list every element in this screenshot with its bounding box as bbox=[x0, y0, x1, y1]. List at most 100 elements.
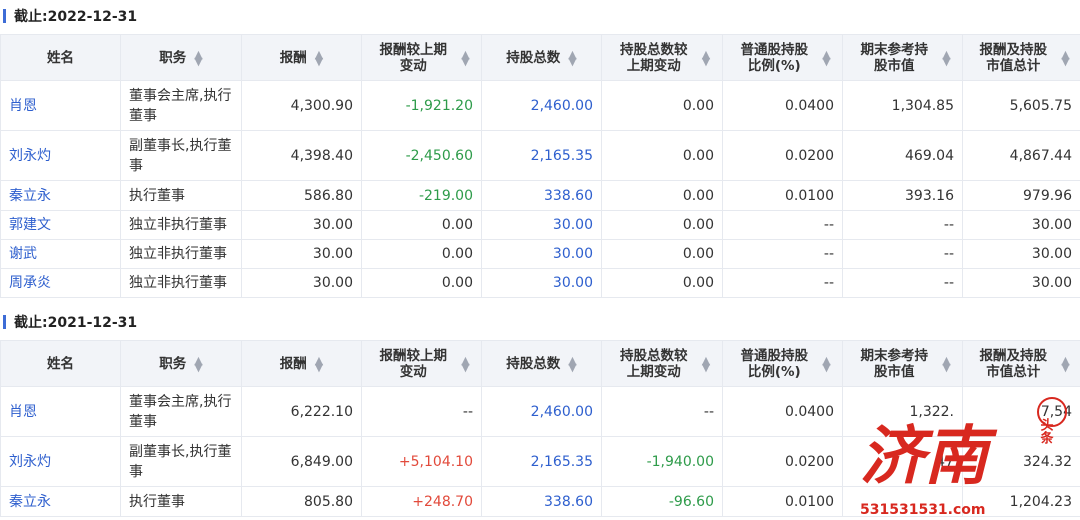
cell-ratio: 0.0100 bbox=[722, 486, 843, 517]
cell-pay-change: 0.00 bbox=[361, 210, 482, 240]
table-row: 周承炎 独立非执行董事 30.00 0.00 30.00 0.00 -- -- 30.00 bbox=[0, 268, 1080, 298]
sort-icon[interactable]: ▲ ▼ bbox=[942, 49, 950, 67]
col-header-ratio[interactable]: 普通股持股比例(%) ▲ ▼ bbox=[722, 34, 843, 81]
sort-icon[interactable]: ▲ ▼ bbox=[461, 49, 469, 67]
table-row: 肖恩 董事会主席,执行董事 6,222.10 -- 2,460.00 -- 0.0400 1,… bbox=[0, 386, 1080, 437]
col-header-share-change[interactable]: 持股总数较上期变动 ▲ ▼ bbox=[601, 34, 723, 81]
cell-pay-change: -2,450.60 bbox=[361, 130, 482, 181]
col-header-shares[interactable]: 持股总数 ▲ ▼ bbox=[481, 34, 602, 81]
col-header-share-change[interactable]: 持股总数较上期变动 ▲ ▼ bbox=[601, 340, 723, 387]
sort-icon[interactable]: ▲ ▼ bbox=[1061, 49, 1069, 67]
cell-pay: 30.00 bbox=[241, 268, 362, 298]
section-marker bbox=[3, 315, 6, 329]
sort-icon[interactable]: ▲ ▼ bbox=[568, 355, 576, 373]
cell-total: 30.00 bbox=[962, 239, 1080, 269]
col-header-label: 持股总数 bbox=[506, 355, 561, 372]
col-header-label: 普通股持股比例(%) bbox=[740, 347, 809, 380]
cell-share-change: -1,940.00 bbox=[601, 436, 723, 487]
sort-icon[interactable]: ▲ ▼ bbox=[702, 49, 710, 67]
cell-total: 1,204.23 bbox=[962, 486, 1080, 517]
sort-icon[interactable]: ▲ ▼ bbox=[1061, 355, 1069, 373]
cell-pay: 805.80 bbox=[241, 486, 362, 517]
cell-total: 979.96 bbox=[962, 180, 1080, 211]
cell-name[interactable]: 肖恩 bbox=[0, 386, 121, 437]
sort-icon[interactable]: ▲ ▼ bbox=[315, 49, 323, 67]
col-header-label: 报酬较上期变动 bbox=[379, 41, 448, 74]
cell-share-change: -96.60 bbox=[601, 486, 723, 517]
table-row: 秦立永 执行董事 805.80 +248.70 338.60 -96.60 0.0100 1,… bbox=[0, 486, 1080, 517]
cell-name[interactable]: 刘永灼 bbox=[0, 130, 121, 181]
sort-icon[interactable]: ▲ ▼ bbox=[822, 49, 830, 67]
table-row: 肖恩 董事会主席,执行董事 4,300.90 -1,921.20 2,460.00 0.0… bbox=[0, 80, 1080, 131]
cell-name[interactable]: 肖恩 bbox=[0, 80, 121, 131]
col-header-ratio[interactable]: 普通股持股比例(%) ▲ ▼ bbox=[722, 340, 843, 387]
cell-name[interactable]: 秦立永 bbox=[0, 486, 121, 517]
cell-shares: 30.00 bbox=[481, 239, 602, 269]
sort-icon[interactable]: ▲ ▼ bbox=[702, 355, 710, 373]
cell-pay-change: +248.70 bbox=[361, 486, 482, 517]
col-header-label: 报酬 bbox=[279, 355, 307, 372]
cell-mkt: 1,322. bbox=[842, 386, 963, 437]
col-header-role[interactable]: 职务 ▲ ▼ bbox=[120, 34, 242, 81]
sort-icon[interactable]: ▲ ▼ bbox=[568, 49, 576, 67]
col-header-shares[interactable]: 持股总数 ▲ ▼ bbox=[481, 340, 602, 387]
col-header-label: 职务 bbox=[159, 49, 187, 66]
sort-icon[interactable]: ▲ ▼ bbox=[194, 49, 202, 67]
cell-name[interactable]: 谢武 bbox=[0, 239, 121, 269]
cell-pay-change: 0.00 bbox=[361, 239, 482, 269]
col-header-market-value[interactable]: 期末参考持股市值 ▲ ▼ bbox=[842, 34, 963, 81]
section-title-2021: 截止:2021-12-31 bbox=[0, 308, 137, 336]
sort-icon[interactable]: ▲ ▼ bbox=[315, 355, 323, 373]
cell-mkt: 469.04 bbox=[842, 130, 963, 181]
cell-ratio: 0.0200 bbox=[722, 130, 843, 181]
header-row: 姓名 职务 ▲ ▼ 报酬 ▲ ▼ 报酬较上期变动 ▲ ▼ 持股总数 ▲ ▼ 持股总数较上期变动 ▲ ▼ 普通股持… bbox=[0, 34, 1080, 81]
cell-mkt: 47 bbox=[842, 436, 963, 487]
col-header-label: 持股总数 bbox=[506, 49, 561, 66]
cell-role: 执行董事 bbox=[120, 180, 242, 211]
table-row: 秦立永 执行董事 586.80 -219.00 338.60 0.00 0.0100 393.… bbox=[0, 180, 1080, 211]
cell-shares: 2,165.35 bbox=[481, 130, 602, 181]
col-header-pay[interactable]: 报酬 ▲ ▼ bbox=[241, 340, 362, 387]
col-header-pay-change[interactable]: 报酬较上期变动 ▲ ▼ bbox=[361, 34, 482, 81]
cell-pay: 6,849.00 bbox=[241, 436, 362, 487]
col-header-pay-change[interactable]: 报酬较上期变动 ▲ ▼ bbox=[361, 340, 482, 387]
cell-pay-change: -1,921.20 bbox=[361, 80, 482, 131]
cell-pay: 30.00 bbox=[241, 210, 362, 240]
sort-icon[interactable]: ▲ ▼ bbox=[461, 355, 469, 373]
col-header-label: 职务 bbox=[159, 355, 187, 372]
col-header-role[interactable]: 职务 ▲ ▼ bbox=[120, 340, 242, 387]
col-header-label: 期末参考持股市值 bbox=[860, 41, 929, 74]
cell-total: 4,867.44 bbox=[962, 130, 1080, 181]
cell-mkt: -- bbox=[842, 268, 963, 298]
col-header-total[interactable]: 报酬及持股市值总计 ▲ ▼ bbox=[962, 34, 1080, 81]
cell-shares: 2,460.00 bbox=[481, 80, 602, 131]
cell-name[interactable]: 周承炎 bbox=[0, 268, 121, 298]
col-header-name: 姓名 bbox=[0, 34, 121, 81]
table-row: 谢武 独立非执行董事 30.00 0.00 30.00 0.00 -- -- 30.00 bbox=[0, 239, 1080, 269]
cell-role: 副董事长,执行董事 bbox=[120, 436, 242, 487]
col-header-label: 报酬及持股市值总计 bbox=[979, 41, 1048, 74]
cell-pay-change: -- bbox=[361, 386, 482, 437]
col-header-pay[interactable]: 报酬 ▲ ▼ bbox=[241, 34, 362, 81]
sort-icon[interactable]: ▲ ▼ bbox=[942, 355, 950, 373]
cell-pay: 586.80 bbox=[241, 180, 362, 211]
cell-role: 董事会主席,执行董事 bbox=[120, 80, 242, 131]
cell-pay-change: -219.00 bbox=[361, 180, 482, 211]
cell-total: 324.32 bbox=[962, 436, 1080, 487]
cell-shares: 2,460.00 bbox=[481, 386, 602, 437]
col-header-total[interactable]: 报酬及持股市值总计 ▲ ▼ bbox=[962, 340, 1080, 387]
cell-role: 独立非执行董事 bbox=[120, 268, 242, 298]
cell-name[interactable]: 秦立永 bbox=[0, 180, 121, 211]
cell-pay-change: 0.00 bbox=[361, 268, 482, 298]
col-header-label: 报酬较上期变动 bbox=[379, 347, 448, 380]
sort-icon[interactable]: ▲ ▼ bbox=[194, 355, 202, 373]
sort-icon[interactable]: ▲ ▼ bbox=[822, 355, 830, 373]
director-pay-table-2022: 姓名 职务 ▲ ▼ 报酬 ▲ ▼ 报酬较上期变动 ▲ ▼ 持股总数 ▲ ▼ 持股总数较上期变动 ▲ ▼ 普通股持… bbox=[0, 34, 1080, 298]
cell-ratio: 0.0100 bbox=[722, 180, 843, 211]
col-header-market-value[interactable]: 期末参考持股市值 ▲ ▼ bbox=[842, 340, 963, 387]
cell-name[interactable]: 郭建文 bbox=[0, 210, 121, 240]
cell-shares: 338.60 bbox=[481, 180, 602, 211]
cell-role: 副董事长,执行董事 bbox=[120, 130, 242, 181]
cell-name[interactable]: 刘永灼 bbox=[0, 436, 121, 487]
col-header-label: 姓名 bbox=[47, 49, 74, 66]
